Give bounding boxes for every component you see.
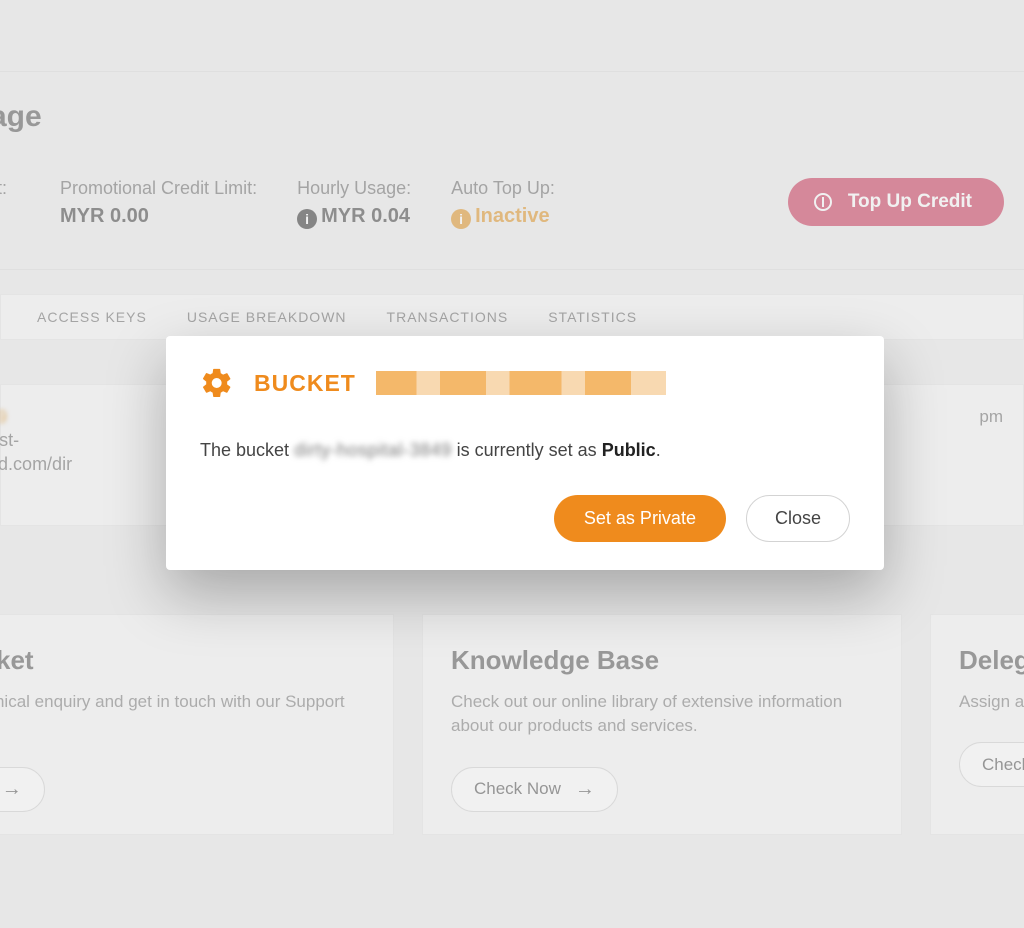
modal-body-state: Public (602, 440, 656, 460)
modal-body: The bucket dirty-hospital-3849 is curren… (200, 440, 850, 461)
modal-actions: Set as Private Close (200, 495, 850, 542)
modal-body-suffix: . (656, 440, 661, 460)
modal-body-bucket-name: dirty-hospital-3849 (294, 440, 452, 460)
set-as-private-button[interactable]: Set as Private (554, 495, 726, 542)
gear-icon (200, 366, 234, 400)
modal-bucket-name-censored (376, 371, 666, 395)
close-button[interactable]: Close (746, 495, 850, 542)
modal-header: BUCKET (200, 366, 850, 400)
modal-body-mid: is currently set as (452, 440, 602, 460)
modal-body-prefix: The bucket (200, 440, 294, 460)
modal-title: BUCKET (254, 370, 356, 397)
bucket-visibility-modal: BUCKET The bucket dirty-hospital-3849 is… (166, 336, 884, 570)
